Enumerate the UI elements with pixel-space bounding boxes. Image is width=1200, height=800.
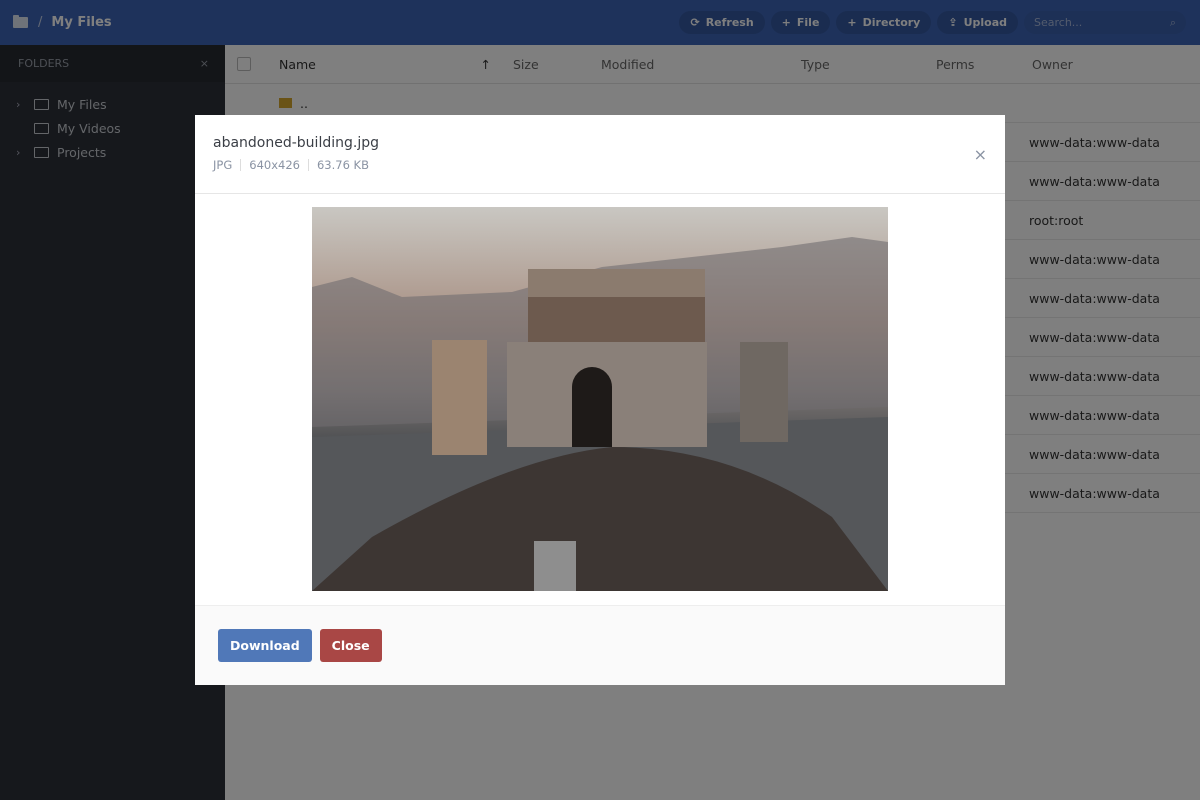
file-type: JPG bbox=[213, 158, 233, 172]
file-dimensions: 640x426 bbox=[249, 158, 300, 172]
modal-body bbox=[195, 194, 1005, 605]
modal-footer: Download Close bbox=[195, 605, 1005, 685]
close-icon[interactable]: × bbox=[974, 145, 987, 164]
modal-title: abandoned-building.jpg bbox=[213, 135, 379, 151]
close-button[interactable]: Close bbox=[319, 629, 382, 662]
file-size: 63.76 KB bbox=[316, 158, 369, 172]
image-preview bbox=[312, 207, 888, 591]
ruined-building-photo bbox=[312, 237, 888, 591]
modal-header: abandoned-building.jpg JPG 640x426 63.76 K… bbox=[195, 115, 1005, 194]
image-preview-modal: abandoned-building.jpg JPG 640x426 63.76 K… bbox=[195, 115, 1005, 685]
file-meta: JPG 640x426 63.76 KB bbox=[213, 158, 1005, 172]
download-button[interactable]: Download bbox=[218, 629, 312, 662]
